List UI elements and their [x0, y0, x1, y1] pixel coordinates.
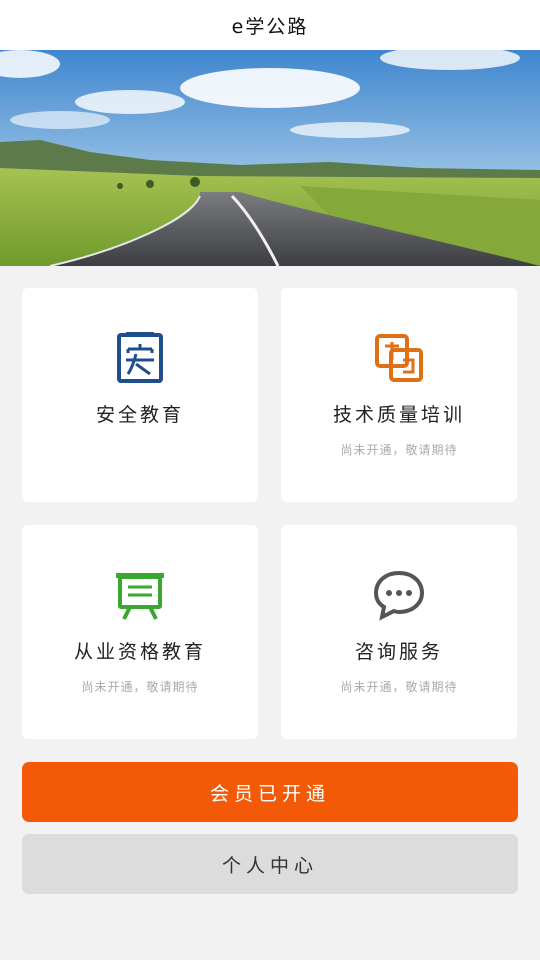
highway-landscape-image	[0, 50, 540, 266]
card-label: 安全教育	[95, 404, 184, 426]
hero-banner	[0, 50, 540, 266]
card-label: 技术质量培训	[332, 404, 465, 426]
consulting-chat-icon	[371, 567, 427, 623]
member-activated-button[interactable]: 会员已开通	[22, 762, 518, 822]
card-label: 咨询服务	[354, 641, 443, 663]
card-label: 从业资格教育	[73, 641, 206, 663]
personal-center-button[interactable]: 个人中心	[22, 834, 518, 894]
card-technical-quality-training[interactable]: 技术质量培训 尚未开通，敬请期待	[281, 288, 517, 502]
qualification-education-icon	[112, 567, 168, 623]
card-status-text: 尚未开通，敬请期待	[340, 680, 458, 694]
technical-quality-training-icon	[371, 330, 427, 386]
card-consulting-service[interactable]: 咨询服务 尚未开通，敬请期待	[281, 525, 517, 739]
card-status-text: 尚未开通，敬请期待	[340, 443, 458, 457]
safety-education-icon	[112, 330, 168, 386]
card-safety-education[interactable]: 安全教育	[22, 288, 258, 502]
card-status-text: 尚未开通，敬请期待	[81, 680, 199, 694]
page-title: e学公路	[231, 15, 309, 38]
app-header: e学公路	[0, 0, 540, 50]
card-qualification-education[interactable]: 从业资格教育 尚未开通，敬请期待	[22, 525, 258, 739]
